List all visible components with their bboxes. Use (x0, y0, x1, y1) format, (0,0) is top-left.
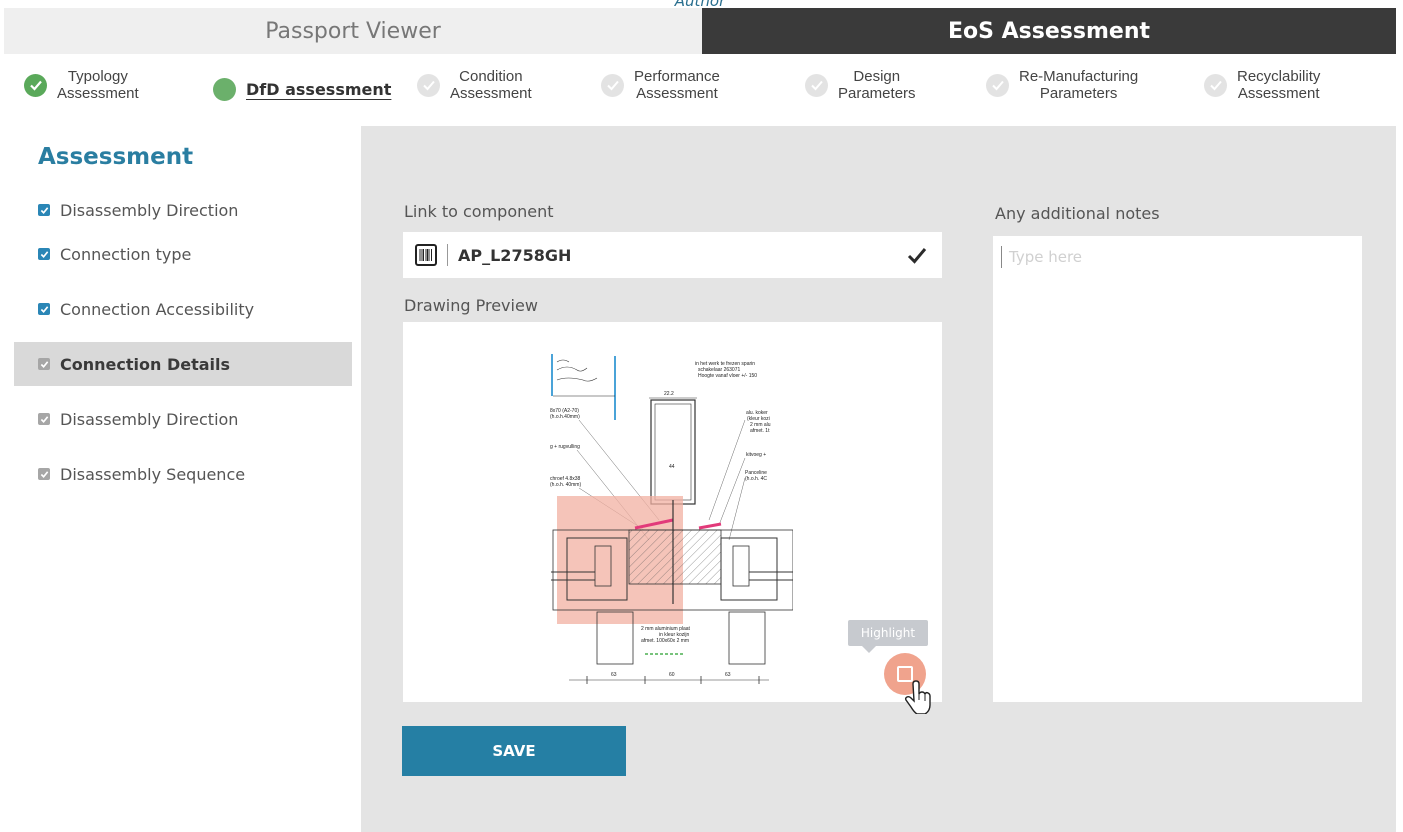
notes-placeholder: Type here (1009, 248, 1083, 266)
pending-check-icon (805, 73, 828, 97)
drawing-label: (h.o.h.40mm) (550, 414, 580, 420)
step-design-parameters[interactable]: Design Parameters (805, 68, 916, 102)
link-component-field[interactable]: AP_L2758GH (403, 232, 942, 278)
step-label: Recyclability Assessment (1237, 68, 1321, 102)
checkbox-checked-icon[interactable] (38, 413, 50, 425)
step-typology-assessment[interactable]: Typology Assessment (24, 68, 139, 102)
pending-check-icon (601, 73, 624, 97)
step-re-manufacturing-parameters[interactable]: Re-Manufacturing Parameters (986, 68, 1138, 102)
drawing-dimension: 44 (669, 464, 675, 470)
notes-label: Any additional notes (995, 204, 1160, 223)
technical-drawing-image: in het werk te frezen sparin schakelaar … (549, 350, 793, 692)
sidebar-item-connection-type[interactable]: Connection type (14, 232, 352, 276)
step-label: Condition Assessment (450, 68, 532, 102)
sidebar-item-disassembly-sequence[interactable]: Disassembly Sequence (14, 452, 352, 496)
sidebar-item-label: Disassembly Direction (60, 409, 239, 429)
checkbox-checked-icon[interactable] (38, 358, 50, 370)
sidebar-item-connection-accessibility[interactable]: Connection Accessibility (14, 287, 352, 331)
drawing-label: (h.o.h. 4C (745, 476, 767, 482)
assessment-sidebar: Assessment Disassembly Direction Connect… (4, 126, 361, 832)
drawing-note: Hoogte vanaf vloer +/- 150 (698, 373, 757, 379)
sidebar-item-connection-details[interactable]: Connection Details (14, 342, 352, 386)
checkbox-checked-icon[interactable] (38, 468, 50, 480)
checkbox-checked-icon[interactable] (38, 204, 50, 216)
step-label: DfD assessment (246, 80, 392, 99)
step-recyclability-assessment[interactable]: Recyclability Assessment (1204, 68, 1320, 102)
step-label: Design Parameters (838, 68, 916, 102)
hand-pointer-icon (904, 680, 931, 714)
check-circle-icon (24, 73, 47, 97)
barcode-icon[interactable] (415, 244, 437, 266)
active-step-dot-icon (213, 78, 236, 101)
step-label: Re-Manufacturing Parameters (1019, 68, 1139, 102)
step-dfd-assessment[interactable]: DfD assessment (213, 78, 391, 101)
notes-textarea[interactable]: Type here (993, 236, 1362, 702)
checkbox-checked-icon[interactable] (38, 303, 50, 315)
sidebar-item-label: Connection Accessibility (60, 299, 255, 319)
sidebar-item-disassembly-direction-2[interactable]: Disassembly Direction (14, 397, 352, 441)
sidebar-title: Assessment (38, 144, 194, 170)
drawing-label: (h.o.h. 40mm) (550, 482, 581, 488)
drawing-preview-label: Drawing Preview (404, 296, 538, 315)
sidebar-item-label: Disassembly Sequence (60, 464, 246, 484)
sidebar-item-disassembly-direction[interactable]: Disassembly Direction (14, 188, 352, 232)
assessment-steps-bar: Typology Assessment DfD assessment Condit… (4, 54, 1396, 126)
drawing-label: afmet. 1t (750, 428, 770, 434)
sidebar-item-label: Connection type (60, 244, 192, 264)
drawing-dimension: 63 (725, 672, 731, 678)
step-label: Typology Assessment (57, 68, 139, 102)
pending-check-icon (986, 73, 1009, 97)
tab-eos-assessment[interactable]: EoS Assessment (702, 8, 1396, 54)
step-condition-assessment[interactable]: Condition Assessment (417, 68, 532, 102)
sidebar-item-label: Disassembly Direction (60, 200, 239, 220)
text-caret (1001, 246, 1002, 268)
drawing-dimension: 63 (611, 672, 617, 678)
component-id-value: AP_L2758GH (458, 245, 572, 265)
drawing-dimension: 60 (669, 672, 675, 678)
step-label: Performance Assessment (634, 68, 720, 102)
drawing-dimension: 22.2 (664, 391, 674, 397)
save-button[interactable]: SAVE (402, 726, 626, 776)
drawing-label: kitvoeg + (746, 452, 766, 458)
drawing-label: afmet. 100x60x 2 mm (641, 638, 689, 644)
highlight-tooltip: Highlight (848, 620, 928, 653)
field-separator (447, 244, 448, 266)
checkbox-checked-icon[interactable] (38, 248, 50, 260)
tab-passport-viewer[interactable]: Passport Viewer (4, 8, 702, 54)
checkmark-icon (907, 248, 927, 264)
link-component-label: Link to component (404, 202, 554, 221)
drawing-label: g + rugvulling (550, 444, 580, 450)
pending-check-icon (1204, 73, 1227, 97)
pending-check-icon (417, 73, 440, 97)
main-panel: Link to component AP_L2758GH Drawing Pre… (361, 126, 1396, 832)
step-performance-assessment[interactable]: Performance Assessment (601, 68, 720, 102)
sidebar-item-label: Connection Details (60, 354, 231, 374)
